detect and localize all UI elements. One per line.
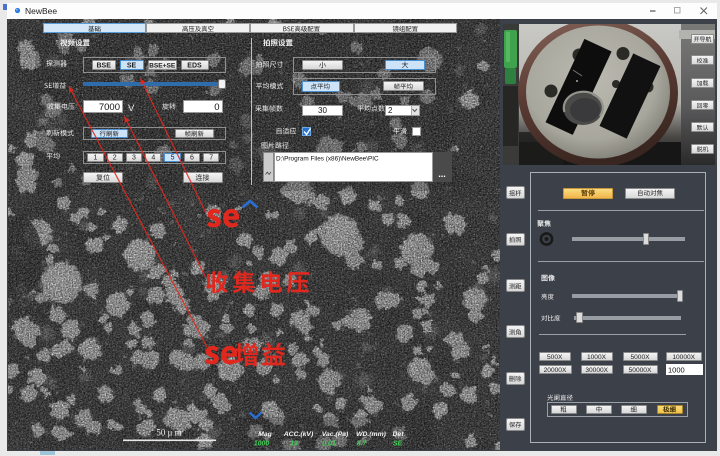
svg-text:30000X: 30000X <box>585 367 608 374</box>
svg-text:Vac.(Pa): Vac.(Pa) <box>322 431 349 438</box>
svg-text:SE: SE <box>393 441 403 448</box>
svg-text:6: 6 <box>190 155 194 162</box>
svg-text:BSE+SE: BSE+SE <box>149 62 176 69</box>
svg-text:8.7: 8.7 <box>357 441 368 448</box>
svg-text:2: 2 <box>388 106 393 115</box>
svg-text:Mag: Mag <box>258 431 272 438</box>
svg-text:V: V <box>128 103 135 114</box>
svg-text:10000X: 10000X <box>672 354 695 361</box>
svg-text:Det: Det <box>393 431 405 438</box>
svg-text:5000X: 5000X <box>630 354 650 361</box>
svg-text:30: 30 <box>318 106 327 115</box>
svg-text:...: ... <box>438 169 446 179</box>
svg-text:7000: 7000 <box>99 102 120 113</box>
svg-text:SE: SE <box>127 62 137 69</box>
svg-text:1000: 1000 <box>254 441 270 448</box>
svg-text:4: 4 <box>151 155 155 162</box>
svg-text:3: 3 <box>132 155 136 162</box>
svg-text:EDS: EDS <box>187 62 202 69</box>
svg-text:13: 13 <box>290 441 298 448</box>
svg-text:20000X: 20000X <box>544 367 567 374</box>
svg-text:1: 1 <box>93 155 97 162</box>
svg-text:D:\Program Files (x86)\NewBee\: D:\Program Files (x86)\NewBee\PIC <box>276 156 379 163</box>
svg-text:1000X: 1000X <box>587 354 607 361</box>
svg-text:WD.(mm): WD.(mm) <box>356 431 387 438</box>
svg-text:500X: 500X <box>547 354 563 361</box>
svg-text:1000: 1000 <box>668 366 685 375</box>
svg-text:50 μ m: 50 μ m <box>156 428 181 438</box>
svg-text:0: 0 <box>214 102 219 113</box>
svg-text:BSE: BSE <box>96 62 111 69</box>
svg-text:0.01: 0.01 <box>322 441 336 448</box>
svg-text:7: 7 <box>209 155 213 162</box>
svg-text:ACC.(kV): ACC.(kV) <box>283 431 314 438</box>
svg-text:5: 5 <box>171 155 175 162</box>
svg-text:2: 2 <box>113 155 117 162</box>
svg-text:50000X: 50000X <box>629 367 652 374</box>
